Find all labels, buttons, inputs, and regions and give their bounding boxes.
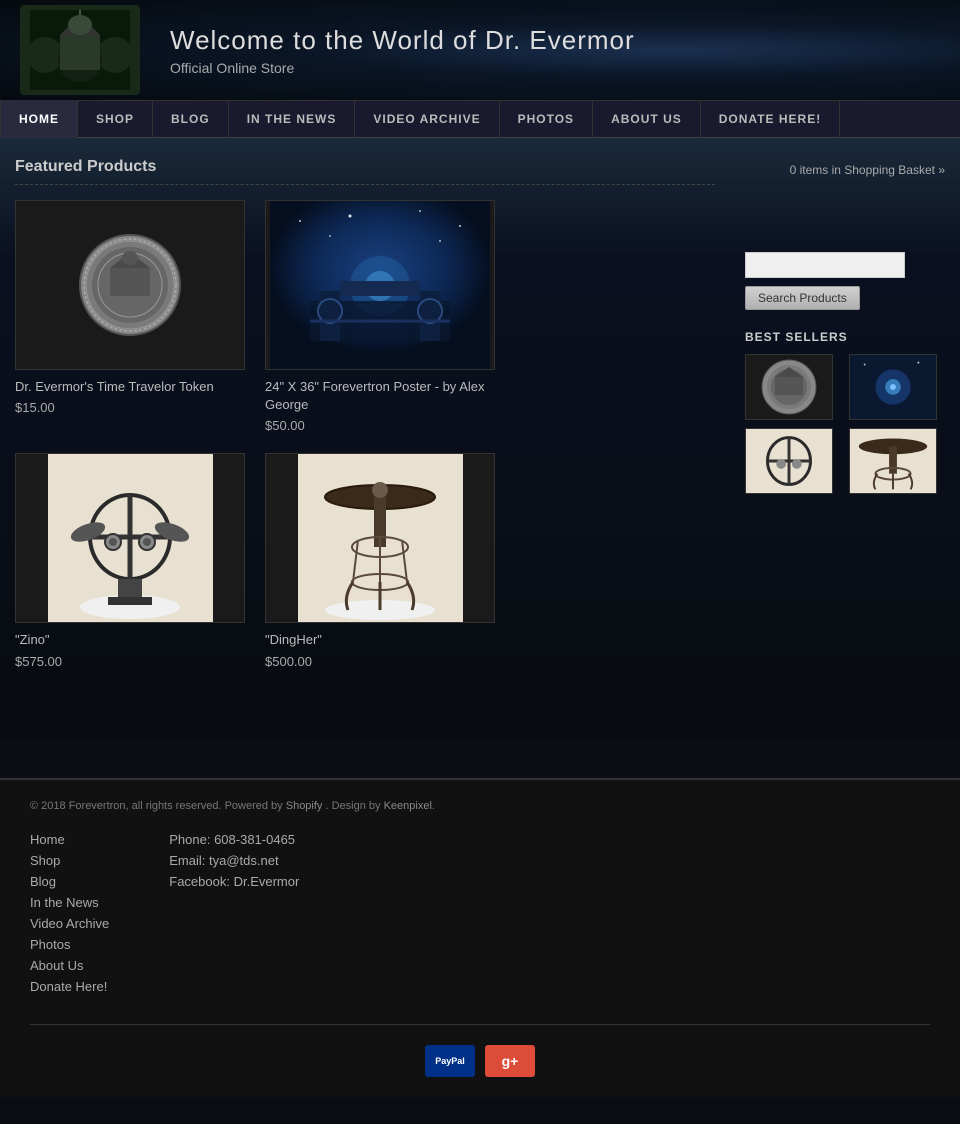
footer-shopify-link[interactable]: Shopify [286, 800, 323, 812]
footer-email: Email: tya@tds.net [169, 853, 299, 868]
product-image-4 [265, 453, 495, 623]
product-price-4: $500.00 [265, 654, 495, 669]
product-price-3: $575.00 [15, 654, 245, 669]
products-grid: Dr. Evermor's Time Travelor Token $15.00 [15, 200, 715, 669]
main-nav: HOME SHOP BLOG IN THE NEWS VIDEO ARCHIVE… [0, 100, 960, 138]
footer-shop-link[interactable]: Shop [30, 853, 109, 868]
site-subtitle: Official Online Store [170, 60, 635, 76]
footer-photos-link[interactable]: Photos [30, 937, 109, 952]
product-name-3: "Zino" [15, 631, 245, 649]
footer-donate-link[interactable]: Donate Here! [30, 979, 109, 994]
content-wrapper: Featured Products [0, 138, 960, 738]
footer-copy-text: © 2018 Forevertron, all rights reserved.… [30, 800, 283, 812]
product-price-1: $15.00 [15, 400, 245, 415]
product-card-2[interactable]: 24" X 36" Forevertron Poster - by Alex G… [265, 200, 495, 433]
main-row: Featured Products [0, 138, 960, 689]
search-button[interactable]: Search Products [745, 286, 860, 310]
footer-contact: Phone: 608-381-0465 Email: tya@tds.net F… [169, 832, 299, 994]
bs-item-1[interactable] [745, 354, 833, 420]
best-sellers-title: BEST SELLERS [745, 330, 945, 344]
product-image-2 [265, 200, 495, 370]
footer-payment-icons: PayPal g+ [30, 1024, 930, 1077]
product-name-4: "DingHer" [265, 631, 495, 649]
content-area: Featured Products [0, 138, 730, 689]
footer-nav: Home Shop Blog In the News Video Archive… [30, 832, 109, 994]
paypal-icon: PayPal [425, 1045, 475, 1077]
nav-video-archive[interactable]: VIDEO ARCHIVE [355, 100, 499, 138]
footer-home-link[interactable]: Home [30, 832, 109, 847]
product-name-1: Dr. Evermor's Time Travelor Token [15, 378, 245, 396]
header-text: Welcome to the World of Dr. Evermor Offi… [170, 25, 635, 76]
footer-video-link[interactable]: Video Archive [30, 916, 109, 931]
sidebar: 0 items in Shopping Basket » Search Prod… [730, 138, 960, 689]
search-section: Search Products [745, 192, 945, 310]
site-logo[interactable] [20, 5, 140, 95]
footer-designer-link[interactable]: Keenpixel [384, 800, 432, 812]
nav-shop[interactable]: SHOP [78, 100, 153, 138]
product-card-4[interactable]: "DingHer" $500.00 [265, 453, 495, 668]
footer: © 2018 Forevertron, all rights reserved.… [0, 778, 960, 1097]
google-plus-icon: g+ [485, 1045, 535, 1077]
footer-facebook: Facebook: Dr.Evermor [169, 874, 299, 889]
site-title: Welcome to the World of Dr. Evermor [170, 25, 635, 56]
footer-design-text: . Design by [326, 800, 381, 812]
footer-copyright: © 2018 Forevertron, all rights reserved.… [30, 800, 930, 812]
product-card-3[interactable]: "Zino" $575.00 [15, 453, 245, 668]
product-price-2: $50.00 [265, 418, 495, 433]
footer-blog-link[interactable]: Blog [30, 874, 109, 889]
footer-about-link[interactable]: About Us [30, 958, 109, 973]
product-name-2: 24" X 36" Forevertron Poster - by Alex G… [265, 378, 495, 414]
nav-photos[interactable]: PHOTOS [500, 100, 593, 138]
bs-item-4[interactable] [849, 428, 937, 494]
footer-news-link[interactable]: In the News [30, 895, 109, 910]
footer-columns: Home Shop Blog In the News Video Archive… [30, 832, 930, 994]
product-image-1 [15, 200, 245, 370]
product-image-3 [15, 453, 245, 623]
nav-donate[interactable]: DONATE HERE! [701, 100, 840, 138]
shopping-basket[interactable]: 0 items in Shopping Basket » [745, 153, 945, 177]
product-card-1[interactable]: Dr. Evermor's Time Travelor Token $15.00 [15, 200, 245, 433]
header: Welcome to the World of Dr. Evermor Offi… [0, 0, 960, 100]
featured-title: Featured Products [15, 158, 715, 185]
search-input[interactable] [745, 252, 905, 278]
nav-about-us[interactable]: ABOUT US [593, 100, 701, 138]
basket-text: 0 items in Shopping Basket » [790, 163, 945, 177]
nav-blog[interactable]: BLOG [153, 100, 229, 138]
best-sellers-grid [745, 354, 945, 494]
footer-phone: Phone: 608-381-0465 [169, 832, 299, 847]
bs-item-3[interactable] [745, 428, 833, 494]
nav-in-the-news[interactable]: IN THE NEWS [229, 100, 356, 138]
bs-item-2[interactable] [849, 354, 937, 420]
nav-home[interactable]: HOME [0, 100, 78, 138]
